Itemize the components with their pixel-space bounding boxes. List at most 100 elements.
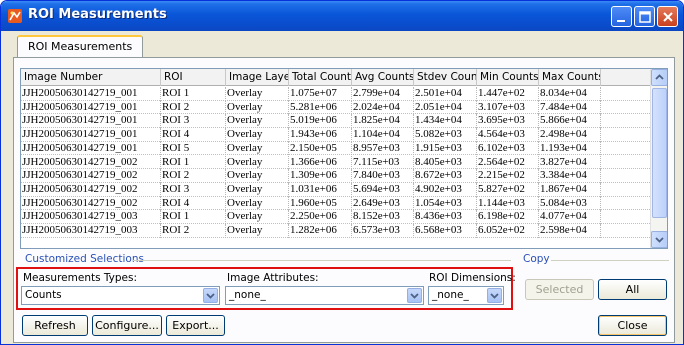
table-cell: Overlay xyxy=(226,210,289,224)
scroll-thumb[interactable] xyxy=(652,88,667,218)
table-cell: 7.484e+04 xyxy=(539,100,601,115)
refresh-button[interactable]: Refresh xyxy=(22,315,88,336)
minimize-icon xyxy=(617,20,625,22)
customized-selections-title: Customized Selections xyxy=(25,253,144,265)
table-cell: 3.695e+03 xyxy=(477,114,539,129)
column-header-image-number[interactable]: Image Number xyxy=(21,69,161,86)
column-header-roi[interactable]: ROI xyxy=(161,69,226,86)
close-window-button[interactable] xyxy=(657,6,678,27)
table-cell: JJH20050630142719_001 xyxy=(21,114,161,129)
roi-measurements-window: ROI Measurements ROI Measurements Image … xyxy=(0,0,684,345)
column-header-avg-counts[interactable]: Avg Counts xyxy=(352,69,414,86)
table-cell: Overlay xyxy=(226,100,289,115)
table-cell: Overlay xyxy=(226,87,289,101)
vertical-scrollbar[interactable] xyxy=(650,69,667,248)
column-header-stdev-counts[interactable]: Stdev Count xyxy=(414,69,477,86)
table-cell: ROI 2 xyxy=(161,224,226,238)
maximize-icon xyxy=(639,11,651,23)
table-cell: 5.082e+03 xyxy=(414,128,477,142)
table-row[interactable]: JJH20050630142719_001 ROI 2 Overlay 5.281e+… xyxy=(21,100,650,115)
table-cell: 3.384e+04 xyxy=(539,169,601,183)
table-row[interactable]: JJH20050630142719_001 ROI 5 Overlay 2.150e+… xyxy=(21,141,650,156)
column-header-max-counts[interactable]: Max Counts xyxy=(539,69,601,86)
table-header: Image Number ROI Image Layei Total Count… xyxy=(21,69,650,86)
window-title: ROI Measurements xyxy=(28,7,167,22)
copy-selected-button[interactable]: Selected xyxy=(525,279,594,300)
roi-dimensions-select[interactable]: _none_ xyxy=(428,286,504,305)
table-cell: 1.104e+04 xyxy=(352,128,414,142)
copy-all-button[interactable]: All xyxy=(598,279,667,300)
table-row[interactable]: JJH20050630142719_003 ROI 1 Overlay 2.250e+… xyxy=(21,210,650,224)
table-cell: Overlay xyxy=(226,141,289,156)
table-cell: 2.250e+06 xyxy=(289,210,352,224)
table-cell: ROI 2 xyxy=(161,100,226,115)
configure-button[interactable]: Configure... xyxy=(92,315,162,336)
close-icon xyxy=(663,12,673,22)
scroll-up-button[interactable] xyxy=(651,69,667,86)
copy-divider xyxy=(551,260,669,261)
table-cell: 1.144e+03 xyxy=(477,196,539,211)
table-cell: JJH20050630142719_001 xyxy=(21,128,161,142)
table-cell: 4.077e+04 xyxy=(539,210,601,224)
column-header-image-layer[interactable]: Image Layei xyxy=(226,69,289,86)
table-cell: 5.281e+06 xyxy=(289,100,352,115)
table-cell: JJH20050630142719_001 xyxy=(21,87,161,101)
close-button[interactable]: Close xyxy=(598,315,667,336)
title-bar[interactable]: ROI Measurements xyxy=(1,1,683,31)
measurements-types-label: Measurements Types: xyxy=(23,272,138,284)
table-cell: ROI 3 xyxy=(161,182,226,197)
table-cell: Overlay xyxy=(226,128,289,142)
table-cell: 2.051e+04 xyxy=(414,100,477,115)
chevron-down-icon xyxy=(410,293,419,299)
column-header-total-counts[interactable]: Total Counts xyxy=(289,69,352,86)
table-cell: ROI 1 xyxy=(161,210,226,224)
measurements-types-value: Counts xyxy=(25,289,62,301)
scroll-down-button[interactable] xyxy=(651,231,667,248)
table-cell: ROI 3 xyxy=(161,114,226,129)
table-cell: 1.075e+07 xyxy=(289,87,352,101)
dropdown-button[interactable] xyxy=(203,288,218,303)
image-attributes-select[interactable]: _none_ xyxy=(225,286,424,305)
table-cell: 2.024e+04 xyxy=(352,100,414,115)
table-row[interactable]: JJH20050630142719_002 ROI 3 Overlay 1.031e+… xyxy=(21,182,650,197)
table-cell: 6.198e+02 xyxy=(477,210,539,224)
tab-roi-measurements[interactable]: ROI Measurements xyxy=(17,35,144,59)
table-row[interactable]: JJH20050630142719_001 ROI 3 Overlay 5.019e+… xyxy=(21,114,650,129)
table-cell: 3.827e+04 xyxy=(539,155,601,170)
table-cell: Overlay xyxy=(226,114,289,129)
table-row[interactable]: JJH20050630142719_001 ROI 4 Overlay 1.943e+… xyxy=(21,128,650,142)
table-cell: 5.866e+04 xyxy=(539,114,601,129)
table-cell: 8.034e+04 xyxy=(539,87,601,101)
table-cell: JJH20050630142719_001 xyxy=(21,100,161,115)
table-row[interactable]: JJH20050630142719_002 ROI 4 Overlay 1.960e+… xyxy=(21,196,650,211)
table-cell: JJH20050630142719_002 xyxy=(21,169,161,183)
chevron-up-icon xyxy=(655,74,664,80)
dropdown-button[interactable] xyxy=(487,288,502,303)
roi-dimensions-value: _none_ xyxy=(432,289,469,301)
table-cell: 5.019e+06 xyxy=(289,114,352,129)
measurements-types-select[interactable]: Counts xyxy=(21,286,220,305)
table-row[interactable]: JJH20050630142719_002 ROI 2 Overlay 1.309e+… xyxy=(21,169,650,183)
maximize-button[interactable] xyxy=(634,6,655,27)
table-cell: 1.915e+03 xyxy=(414,141,477,156)
table-cell: 8.672e+03 xyxy=(414,169,477,183)
table-cell: JJH20050630142719_003 xyxy=(21,210,161,224)
table-cell: JJH20050630142719_003 xyxy=(21,224,161,238)
table-cell: ROI 4 xyxy=(161,128,226,142)
table-cell: 2.564e+02 xyxy=(477,155,539,170)
image-attributes-value: _none_ xyxy=(229,289,266,301)
export-button[interactable]: Export... xyxy=(166,315,225,336)
table-cell: 6.573e+03 xyxy=(352,224,414,238)
table-cell: 4.564e+03 xyxy=(477,128,539,142)
table-cell: 2.501e+04 xyxy=(414,87,477,101)
table-cell: 3.107e+03 xyxy=(477,100,539,115)
minimize-button[interactable] xyxy=(611,6,632,27)
table-row[interactable]: JJH20050630142719_001 ROI 1 Overlay 1.075e+… xyxy=(21,87,650,101)
table-cell: 5.827e+02 xyxy=(477,182,539,197)
table-cell: JJH20050630142719_002 xyxy=(21,182,161,197)
column-header-min-counts[interactable]: Min Counts xyxy=(477,69,539,86)
dropdown-button[interactable] xyxy=(407,288,422,303)
table-row[interactable]: JJH20050630142719_003 ROI 2 Overlay 1.282e+… xyxy=(21,224,650,238)
table-row[interactable]: JJH20050630142719_002 ROI 1 Overlay 1.366e+… xyxy=(21,155,650,170)
measurements-table[interactable]: Image Number ROI Image Layei Total Count… xyxy=(20,68,668,249)
